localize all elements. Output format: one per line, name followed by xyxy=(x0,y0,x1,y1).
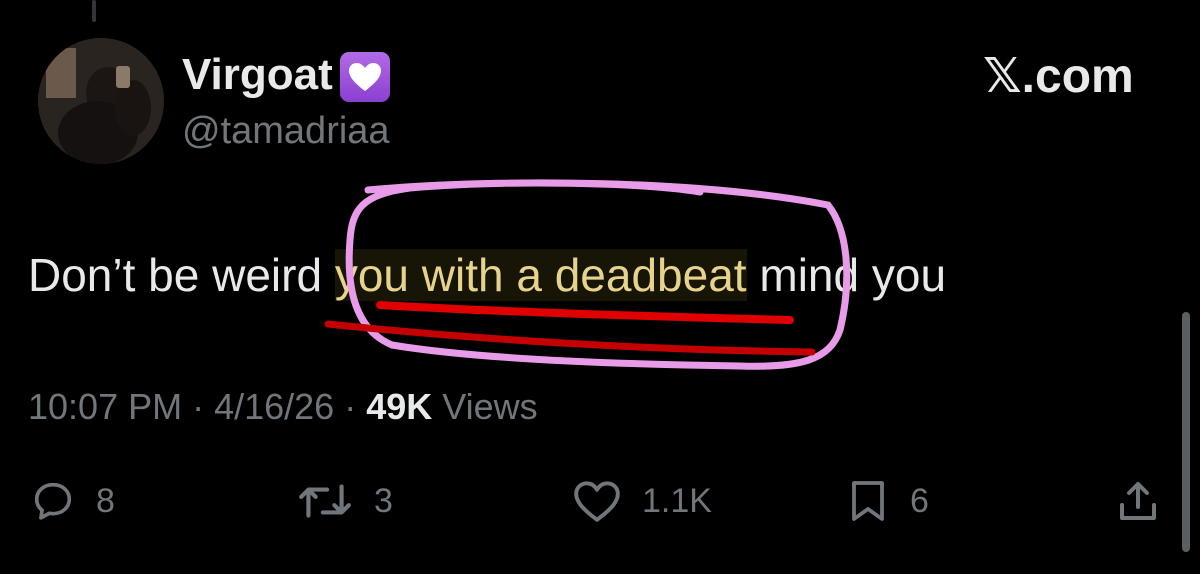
repost-count: 3 xyxy=(374,481,393,520)
red-underline-annotation-lower xyxy=(324,320,816,356)
repost-icon xyxy=(299,484,351,518)
view-count: 49K xyxy=(366,386,433,427)
bookmark-icon xyxy=(852,481,884,521)
author-handle[interactable]: @tamadriaa xyxy=(182,110,390,153)
reply-icon xyxy=(34,482,72,520)
share-button[interactable] xyxy=(1114,476,1162,526)
like-count: 1.1K xyxy=(642,481,712,520)
avatar-photo xyxy=(38,38,164,164)
repost-button[interactable]: 3 xyxy=(296,476,393,526)
tweet-text: Don’t be weird you with a deadbeat mind … xyxy=(28,248,946,302)
heart-icon xyxy=(574,481,620,522)
thread-connector-line xyxy=(92,0,96,22)
red-underline-annotation xyxy=(376,301,794,324)
tweet-date[interactable]: 4/16/26 xyxy=(214,386,334,427)
tweet-text-after: mind you xyxy=(746,249,947,301)
tweet-text-highlight: you with a deadbeat xyxy=(334,249,747,301)
author-display-name[interactable]: Virgoat xyxy=(182,50,333,100)
avatar[interactable] xyxy=(38,38,164,164)
tweet-time[interactable]: 10:07 PM xyxy=(28,386,182,427)
meta-separator: · xyxy=(182,386,215,427)
views-label: Views xyxy=(432,386,538,427)
share-icon xyxy=(1120,482,1156,520)
x-logo-text: 𝕏.com xyxy=(983,50,1134,103)
tweet-text-before: Don’t be weird xyxy=(28,249,335,301)
bookmark-count: 6 xyxy=(910,481,929,520)
reply-count: 8 xyxy=(96,481,115,520)
meta-separator: · xyxy=(334,386,367,427)
like-button[interactable]: 1.1K xyxy=(572,476,712,526)
reply-button[interactable]: 8 xyxy=(30,476,115,526)
purple-heart-icon xyxy=(340,52,390,102)
bookmark-button[interactable]: 6 xyxy=(846,476,929,526)
tweet-meta: 10:07 PM · 4/16/26 · 49K Views xyxy=(28,386,538,428)
scrollbar[interactable] xyxy=(1182,312,1190,552)
